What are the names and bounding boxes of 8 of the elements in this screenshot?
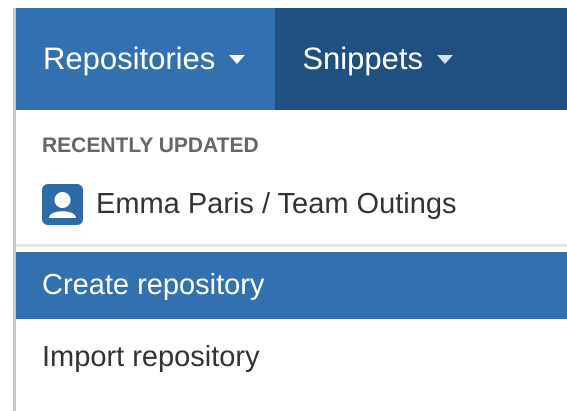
repository-link[interactable]: Emma Paris / Team Outings (96, 188, 456, 220)
caret-icon (436, 54, 453, 64)
nav-tab[interactable]: Repositories (16, 8, 276, 110)
section-heading: RECENTLY UPDATED (41, 133, 260, 159)
menu-item[interactable]: Create repository (16, 252, 567, 319)
menu-item[interactable]: Import repository (16, 319, 567, 395)
caret-icon (229, 54, 246, 64)
user-avatar-icon (42, 184, 83, 224)
